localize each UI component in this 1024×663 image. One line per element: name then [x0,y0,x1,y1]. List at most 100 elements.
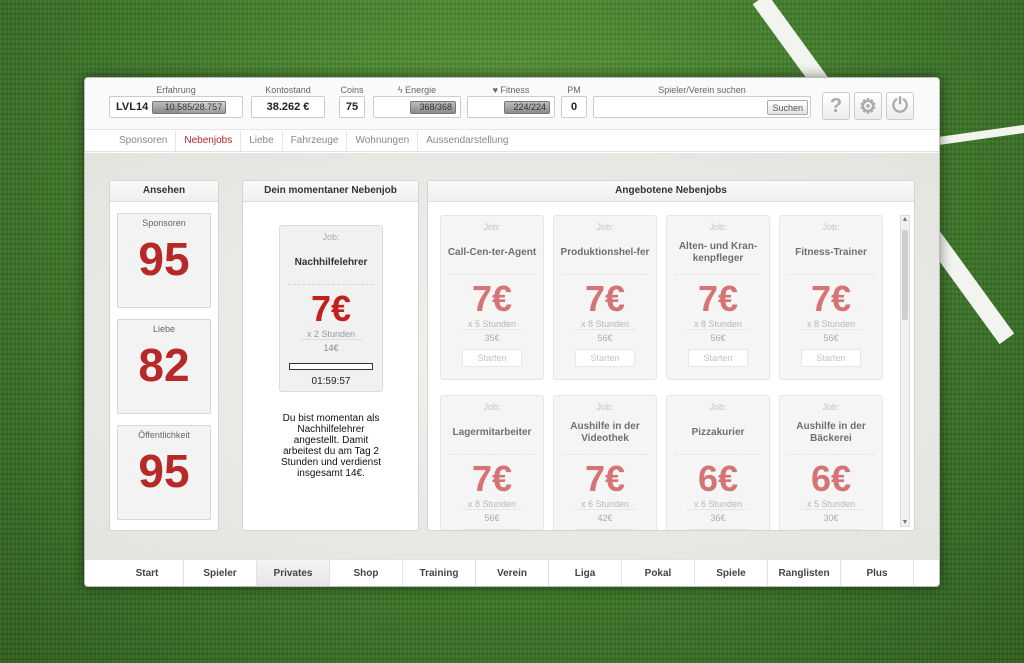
nav-start[interactable]: Start [111,560,184,586]
start-job-button[interactable]: Starten [575,529,635,530]
job-label: Job: [709,222,727,232]
job-card: Job: Aushilfe in der Videothek 7€ x 6 Stund… [553,395,657,530]
search-input[interactable]: Suchen [593,96,811,118]
ansehen-title: Ansehen [110,181,218,202]
coins-value: 75 [339,96,365,118]
current-job-pay: 7€ [310,288,352,329]
pm-stat[interactable]: PM 0 [561,84,587,118]
job-pay: 7€ [471,278,513,319]
current-job-description: Du bist momentan als Nachhilfelehrer ang… [280,413,382,479]
fitness-stat: ♥ Fitness 224/224 [467,84,555,118]
start-job-button[interactable]: Starten [801,529,861,530]
job-name: Call-Cen-ter-Agent [447,247,537,258]
start-job-button[interactable]: Starten [688,529,748,530]
nav-verein[interactable]: Verein [476,560,549,586]
job-name: Lagermitarbeiter [452,427,532,438]
ansehen-box: Sponsoren 95 [117,213,211,308]
current-job-title: Dein momentaner Nebenjob [243,181,418,202]
tab-liebe[interactable]: Liebe [241,130,283,151]
job-total: 56€ [823,333,839,343]
tab-fahrzeuge[interactable]: Fahrzeuge [283,130,348,151]
ansehen-value: 82 [138,339,190,391]
job-total: 56€ [710,333,726,343]
job-label: Job: [709,402,727,412]
experience-stat: Erfahrung LVL14 10.585/28.757 [109,84,243,118]
start-job-button[interactable]: Starten [688,349,748,367]
fitness-value: 224/224 [513,101,546,112]
start-job-button[interactable]: Starten [462,529,522,530]
search-button[interactable]: Suchen [767,99,808,115]
nav-pokal[interactable]: Pokal [622,560,695,586]
top-bar: Erfahrung LVL14 10.585/28.757 Kontostand… [85,78,939,130]
job-name: Alten- und Kran-kenpfleger [678,241,758,264]
tab-sponsoren[interactable]: Sponsoren [111,130,177,151]
job-name: Produktionshel-fer [560,247,650,258]
power-icon[interactable]: ⏻ [886,92,914,120]
job-total: 56€ [484,513,500,523]
scroll-down-icon[interactable]: ▼ [901,519,909,526]
scroll-up-icon[interactable]: ▲ [901,216,909,223]
tab-nebenjobs[interactable]: Nebenjobs [176,130,242,151]
job-label: Job: [596,402,614,412]
job-total: 42€ [597,513,613,523]
ansehen-label: Liebe [152,324,176,334]
jobs-scrollbar[interactable]: ▲ ▼ [900,215,910,527]
job-duration: x 5 Stunden [800,499,862,510]
tab-wohnungen[interactable]: Wohnungen [347,130,419,151]
job-card: Job: Alten- und Kran-kenpfleger 7€ x 8 Stun… [666,215,770,380]
main-area: Ansehen Sponsoren 95 Liebe 82 Öffentlichkeit… [85,153,939,559]
job-card: Job: Pizzakurier 6€x 6 Stunden 36€ Starten [666,395,770,530]
tab-aussendarstellung[interactable]: Aussendarstellung [418,131,516,151]
game-window: Erfahrung LVL14 10.585/28.757 Kontostand… [84,77,940,587]
job-name: Aushilfe in der Videothek [570,421,640,444]
job-pay: 7€ [810,278,852,319]
start-job-button[interactable]: Starten [462,349,522,367]
nav-spieler[interactable]: Spieler [184,560,257,586]
experience-bar: 10.585/28.757 [152,100,227,114]
nav-plus[interactable]: Plus [841,560,914,586]
ansehen-box: Öffentlichkeit 95 [117,425,211,520]
job-name: Fitness-Trainer [795,247,867,258]
start-job-button[interactable]: Starten [575,349,635,367]
job-total: 56€ [597,333,613,343]
fitness-bar: 224/224 [504,100,550,114]
current-job-card: Job: Nachhilfelehrer 7€ x 2 Stunden 14€ … [279,225,383,392]
bottom-nav: Start Spieler Privates Shop Training Verein Li… [85,559,939,586]
search-label: Spieler/Verein suchen [658,85,746,95]
job-duration: x 8 Stunden [800,319,862,330]
job-total: 30€ [823,513,839,523]
coins-stat: Coins 75 [339,84,365,118]
ansehen-label: Öffentlichkeit [138,430,190,440]
job-label: Job: [822,222,840,232]
help-icon[interactable]: ? [822,92,850,120]
pm-value[interactable]: 0 [561,96,587,118]
coins-label: Coins [340,85,364,95]
nav-ranglisten[interactable]: Ranglisten [768,560,841,586]
job-card: Job: Lagermitarbeiter 7€x 8 Stunden 56€ Star… [440,395,544,530]
nav-liga[interactable]: Liga [549,560,622,586]
experience-label: Erfahrung [156,85,196,95]
nav-shop[interactable]: Shop [330,560,403,586]
current-job-duration: x 2 Stunden [300,329,362,340]
settings-icon[interactable]: ⚙ [854,92,882,120]
energy-stat: ϟ Energie 368/368 [373,84,461,118]
nav-training[interactable]: Training [403,560,476,586]
current-job-total: 14€ [323,343,339,353]
job-card: Job: Aushilfe in der Bäckerei 6€ x 5 Stunde… [779,395,883,530]
job-pay: 6€ [810,458,852,499]
job-total: 36€ [710,513,726,523]
subtab-bar: Sponsoren Nebenjobs Liebe Fahrzeuge Wohnunge… [85,130,939,152]
nav-privates[interactable]: Privates [257,560,330,586]
pm-label: PM [567,85,581,95]
job-pay: 7€ [584,458,626,499]
job-pay: 6€ [697,458,739,499]
offered-jobs-panel: Angebotene Nebenjobs Job: Call-Cen-ter-Ag… [427,180,915,531]
job-name: Aushilfe in der Bäckerei [796,421,866,444]
job-duration: x 5 Stunden [461,319,523,330]
job-card: Job: Call-Cen-ter-Agent 7€ x 5 Stunden 35€ St… [440,215,544,380]
balance-stat: Kontostand 38.262 € [251,84,325,118]
start-job-button[interactable]: Starten [801,349,861,367]
scroll-thumb[interactable] [902,230,908,320]
job-card: Job: Fitness-Trainer 7€ x 8 Stunden 56€ Start… [779,215,883,380]
nav-spiele[interactable]: Spiele [695,560,768,586]
